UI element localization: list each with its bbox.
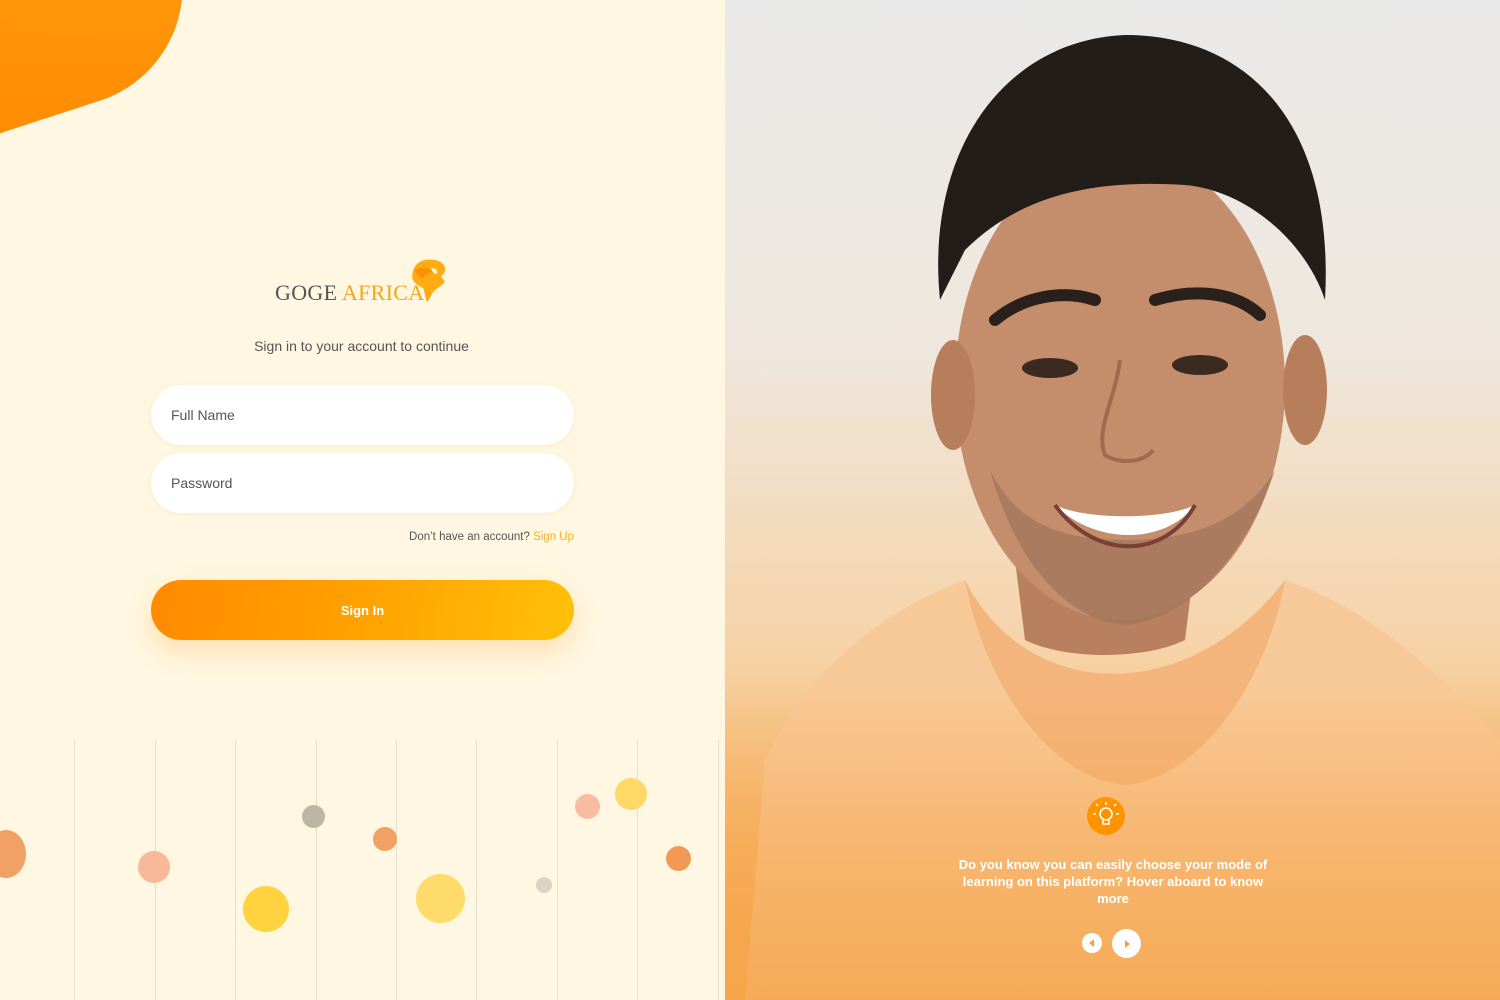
- carousel-next-button[interactable]: [1112, 929, 1141, 958]
- lightbulb-icon: [1087, 797, 1125, 835]
- decorative-blob: [0, 0, 214, 154]
- decorative-dot: [615, 778, 647, 810]
- decorative-line: [557, 740, 558, 1000]
- password-input[interactable]: [171, 475, 574, 491]
- decorative-line: [718, 740, 719, 1000]
- decorative-dot: [666, 846, 691, 871]
- tip-text: Do you know you can easily choose your m…: [958, 857, 1268, 906]
- full-name-field[interactable]: [151, 385, 574, 445]
- login-panel: GOGE AFRICA Sign in to your account to c…: [0, 0, 725, 1000]
- signin-subtitle: Sign in to your account to continue: [254, 338, 469, 354]
- decorative-dot: [575, 794, 600, 819]
- signup-link[interactable]: Sign Up: [533, 531, 574, 543]
- gradient-overlay: [725, 680, 1500, 1000]
- carousel-prev-button[interactable]: [1082, 933, 1102, 953]
- signup-prompt: Don’t have an account? Sign Up: [409, 531, 574, 543]
- password-field[interactable]: [151, 453, 574, 513]
- africa-head-logo-icon: [412, 259, 446, 302]
- decorative-dot: [302, 805, 325, 828]
- decorative-line: [316, 740, 317, 1000]
- decorative-line: [235, 740, 236, 1000]
- decorative-dot: [536, 877, 552, 893]
- full-name-input[interactable]: [171, 407, 574, 423]
- triangle-left-icon: [1089, 939, 1094, 947]
- no-account-text: Don’t have an account?: [409, 531, 530, 543]
- decorative-line: [74, 740, 75, 1000]
- decorative-line: [396, 740, 397, 1000]
- brand-logo: GOGE AFRICA: [275, 258, 455, 308]
- hero-panel: Do you know you can easily choose your m…: [725, 0, 1500, 1000]
- decorative-dot: [0, 830, 26, 878]
- brand-wordmark: GOGE AFRICA: [275, 280, 424, 306]
- signin-button[interactable]: Sign In: [151, 580, 574, 640]
- decorative-dot: [373, 827, 397, 851]
- decorative-line: [476, 740, 477, 1000]
- decorative-dot: [243, 886, 289, 932]
- decorative-dot: [416, 874, 465, 923]
- decorative-dot: [138, 851, 170, 883]
- brand-name-part1: GOGE: [275, 280, 338, 305]
- triangle-right-icon: [1124, 939, 1130, 948]
